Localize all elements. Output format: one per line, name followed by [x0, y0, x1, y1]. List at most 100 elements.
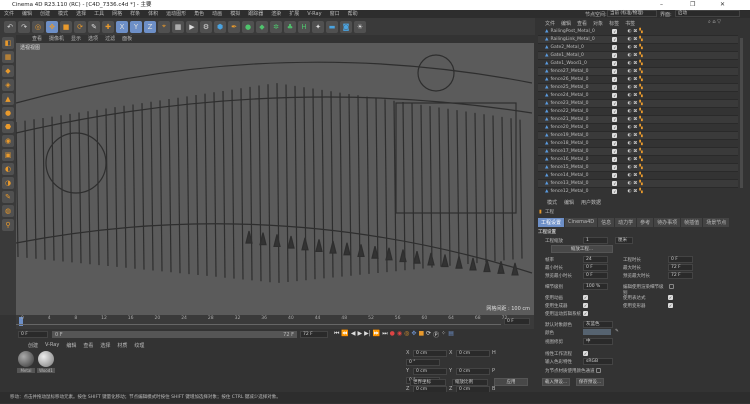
- subdivision-icon[interactable]: ●: [242, 20, 254, 33]
- render-icon[interactable]: ▶: [186, 20, 198, 33]
- max-time-field[interactable]: 72 F: [668, 264, 693, 271]
- object-row[interactable]: ▲ fence21_Metal_0 ✓ ◐ ⊠ ▚: [538, 116, 738, 124]
- deformer-icon[interactable]: H: [298, 20, 310, 33]
- visibility-checkbox[interactable]: ✓: [612, 45, 618, 50]
- preview-max-field[interactable]: 72 F: [668, 272, 693, 279]
- attr-menu-0[interactable]: 模式: [547, 199, 557, 206]
- current-frame-field[interactable]: 0 F: [504, 318, 530, 325]
- lod-field[interactable]: 100 %: [583, 283, 608, 290]
- material-menu-5[interactable]: 材质: [117, 342, 127, 349]
- visibility-checkbox[interactable]: ✓: [612, 141, 618, 146]
- start-frame-field[interactable]: 0 F: [18, 331, 48, 338]
- viewport[interactable]: 查看 摄像机 显示 选项 过滤 面板 透视视图 网格间距 : 100 cm: [16, 35, 534, 315]
- coord-field[interactable]: 0 cm: [413, 350, 447, 357]
- min-time-field[interactable]: 0 F: [583, 264, 608, 271]
- menu-6[interactable]: 网格: [112, 10, 122, 18]
- record-icon[interactable]: ●: [390, 330, 395, 339]
- object-row[interactable]: ▲ fence18_Metal_0 ✓ ◐ ⊠ ▚: [538, 140, 738, 148]
- attr-menu-2[interactable]: 用户数据: [581, 199, 601, 206]
- pen-icon[interactable]: ✒: [228, 20, 240, 33]
- coord-scale-select[interactable]: 缩放比例: [452, 379, 488, 386]
- minimize-button[interactable]: –: [660, 0, 663, 10]
- search-icon[interactable]: ⌕ ⌂ ▽: [708, 19, 738, 25]
- object-row[interactable]: ▲ fence13_Metal_0 ✓ ◐ ⊠ ▚: [538, 180, 738, 188]
- left-tool-icon[interactable]: ◆: [2, 65, 14, 77]
- menu-7[interactable]: 样条: [130, 10, 140, 18]
- field-icon[interactable]: ✦: [312, 20, 324, 33]
- coord-field[interactable]: 0 cm: [456, 350, 490, 357]
- visibility-checkbox[interactable]: ✓: [612, 61, 618, 66]
- object-row[interactable]: ▲ fence26_Metal_0 ✓ ◐ ⊠ ▚: [538, 76, 738, 84]
- layout-select[interactable]: 启动: [675, 10, 740, 17]
- menu-0[interactable]: 文件: [4, 10, 14, 18]
- material-swatch[interactable]: Metal: [17, 350, 35, 373]
- left-tool-icon[interactable]: ◧: [2, 37, 14, 49]
- timeline[interactable]: 0 F 0 4 8 12 16 20 24 28 32 36 40 44 48 52 56 60 64 68 72: [16, 315, 534, 329]
- viewport-menu-5[interactable]: 面板: [122, 35, 132, 43]
- left-tool-icon[interactable]: ▲: [2, 93, 14, 105]
- visibility-checkbox[interactable]: ✓: [612, 173, 618, 178]
- left-tool-icon[interactable]: ✎: [2, 191, 14, 203]
- rotate-icon[interactable]: ⟳: [74, 20, 86, 33]
- cloner-icon[interactable]: ♣: [284, 20, 296, 33]
- use-deformers-checkbox[interactable]: ✓: [668, 303, 673, 308]
- apply-button[interactable]: 应用: [494, 378, 528, 386]
- visibility-checkbox[interactable]: ✓: [612, 117, 618, 122]
- node-space-select[interactable]: 当前 (标准/物理): [607, 10, 657, 17]
- scrollbar[interactable]: [740, 38, 743, 188]
- color-swatch[interactable]: [583, 329, 611, 335]
- material-menu-4[interactable]: 选择: [100, 342, 110, 349]
- left-tool-icon[interactable]: ◑: [2, 177, 14, 189]
- end-frame-field[interactable]: 72 F: [300, 331, 328, 338]
- object-row[interactable]: ▲ fence20_Metal_0 ✓ ◐ ⊠ ▚: [538, 124, 738, 132]
- menu-8[interactable]: 体积: [148, 10, 158, 18]
- om-menu-3[interactable]: 对象: [593, 20, 603, 27]
- close-button[interactable]: ✕: [720, 0, 725, 10]
- coord-field[interactable]: 0 °: [406, 359, 440, 366]
- visibility-checkbox[interactable]: ✓: [612, 77, 618, 82]
- object-row[interactable]: ▲ fence27_Metal_0 ✓ ◐ ⊠ ▚: [538, 68, 738, 76]
- scale-icon[interactable]: ■: [60, 20, 72, 33]
- object-row[interactable]: ▲ RailingPost_Metal_0 ✓ ◐ ⊠ ▚: [538, 28, 738, 36]
- material-menu-2[interactable]: 编辑: [66, 342, 76, 349]
- use-expressions-checkbox[interactable]: ✓: [668, 295, 673, 300]
- object-row[interactable]: ▲ fence23_Metal_0 ✓ ◐ ⊠ ▚: [538, 100, 738, 108]
- project-time-field[interactable]: 0 F: [668, 256, 693, 263]
- material-menu-6[interactable]: 纹理: [134, 342, 144, 349]
- menu-14[interactable]: 渲染: [271, 10, 281, 18]
- visibility-checkbox[interactable]: ✓: [612, 189, 618, 194]
- floor-icon[interactable]: ▬: [326, 20, 338, 33]
- array-icon[interactable]: ✲: [270, 20, 282, 33]
- render-view-icon[interactable]: ▦: [172, 20, 184, 33]
- object-row[interactable]: ▲ Gate1_Metal_0 ✓ ◐ ⊠ ▚: [538, 52, 738, 60]
- left-tool-icon[interactable]: ▣: [2, 149, 14, 161]
- redo-icon[interactable]: ↷: [18, 20, 30, 33]
- left-tool-icon[interactable]: ▦: [2, 51, 14, 63]
- coord-field[interactable]: 0 cm: [456, 368, 490, 375]
- viewport-menu-0[interactable]: 查看: [32, 35, 42, 43]
- autokey-icon[interactable]: ◉: [397, 330, 402, 339]
- tab-0[interactable]: 工程设置: [538, 218, 565, 227]
- tab-7[interactable]: 场景节点: [703, 218, 730, 227]
- visibility-checkbox[interactable]: ✓: [612, 165, 618, 170]
- visibility-checkbox[interactable]: ✓: [612, 85, 618, 90]
- goto-end-icon[interactable]: ⏭: [382, 330, 387, 339]
- left-tool-icon[interactable]: ◉: [2, 135, 14, 147]
- tab-3[interactable]: 动力学: [615, 218, 637, 227]
- key-scale-icon[interactable]: ■: [418, 330, 424, 339]
- key-param-icon[interactable]: Ⓟ: [433, 330, 439, 339]
- menu-2[interactable]: 创建: [40, 10, 50, 18]
- coord-field[interactable]: 0 cm: [413, 368, 447, 375]
- key-pla-icon[interactable]: ⁘: [441, 330, 446, 339]
- left-tool-icon[interactable]: ⬣: [2, 121, 14, 133]
- left-tool-icon[interactable]: ⚲: [2, 219, 14, 231]
- live-select-icon[interactable]: ◎: [32, 20, 44, 33]
- view-clipping-select[interactable]: 中: [583, 338, 613, 345]
- render-settings-icon[interactable]: ⚙: [200, 20, 212, 33]
- object-row[interactable]: ▲ fence17_Metal_0 ✓ ◐ ⊠ ▚: [538, 148, 738, 156]
- viewport-menu-4[interactable]: 过滤: [105, 35, 115, 43]
- keyframe-icon[interactable]: ◎: [404, 330, 409, 339]
- visibility-checkbox[interactable]: ✓: [612, 109, 618, 114]
- menu-13[interactable]: 跟踪器: [248, 10, 263, 18]
- material-menu-0[interactable]: 创建: [28, 342, 38, 349]
